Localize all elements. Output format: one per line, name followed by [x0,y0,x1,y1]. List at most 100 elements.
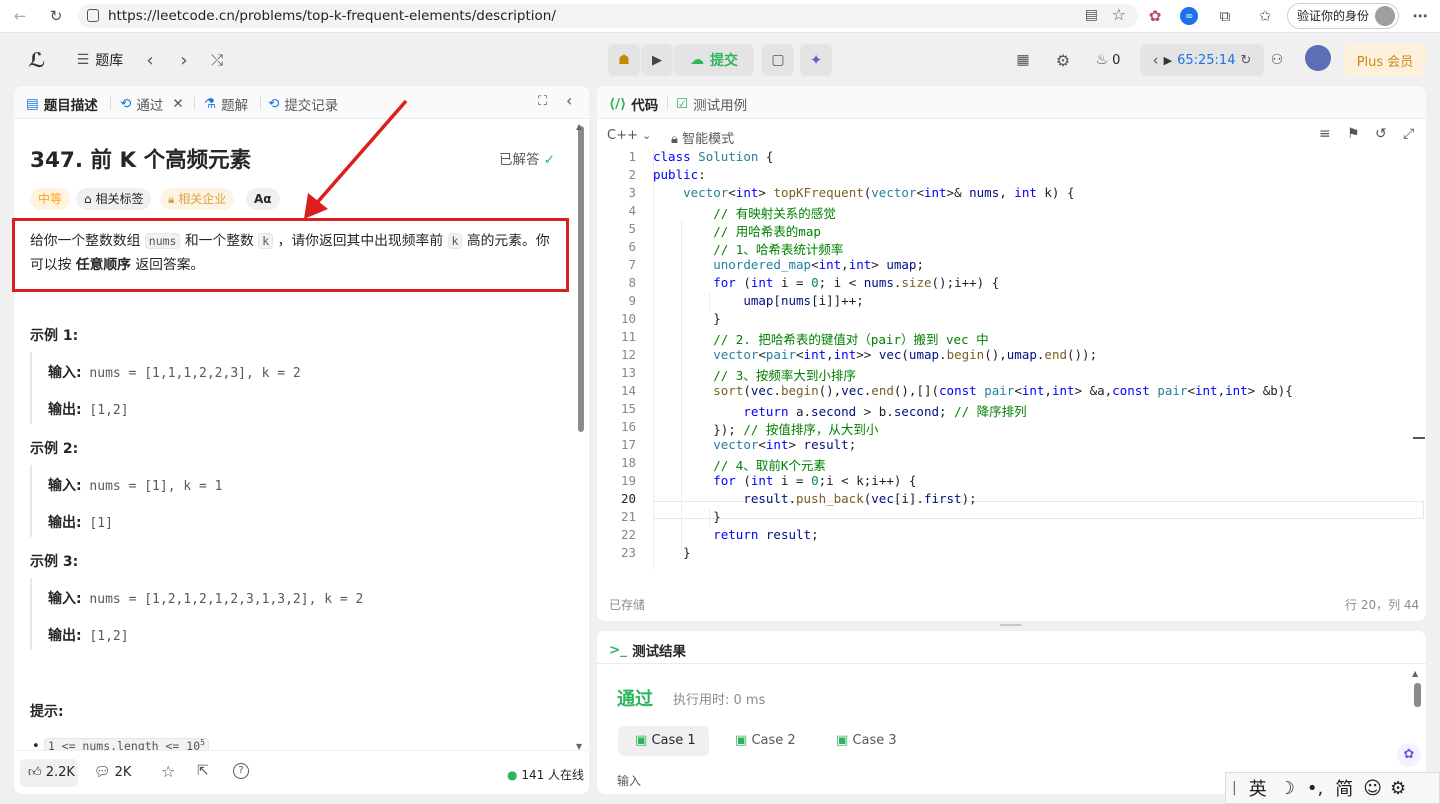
star-favorite-icon[interactable]: ☆ [161,762,175,781]
line-number: 18 [620,455,636,470]
timer-play-icon[interactable]: ▶ [1164,54,1172,67]
code-line[interactable]: unordered_map<int,int> umap; [653,257,924,272]
code-line[interactable]: // 1、哈希表统计频率 [653,239,843,258]
maximize-icon[interactable]: ⛶ [538,94,547,109]
line-number: 22 [620,527,636,542]
user-avatar[interactable] [1305,45,1331,71]
reset-code-icon[interactable]: ↺ [1375,126,1387,142]
tab-code[interactable]: ⟨/⟩ 代码 [609,94,658,114]
code-line[interactable]: umap[nums[i]]++; [653,293,863,308]
tab-accepted[interactable]: ⟲ 通过 ✕ [120,94,184,114]
prev-problem-chevron-icon[interactable]: ‹ [140,44,160,76]
editor-mode[interactable]: 🔒︎ 智能模式 [671,128,734,147]
code-line[interactable]: vector<int> topKFrequent(vector<int>& nu… [653,185,1074,200]
extensions-puzzle-icon[interactable]: ⧉ [1215,6,1235,26]
ai-assistant-icon[interactable]: ✿ [1397,743,1421,767]
related-companies-button[interactable]: 🔒︎ 相关企业 [160,188,235,210]
refresh-icon[interactable]: ↻ [46,6,66,26]
code-line[interactable]: for (int i = 0;i < k;i++) { [653,473,916,488]
plus-membership-button[interactable]: Plus 会员 [1344,44,1426,76]
difficulty-badge[interactable]: 中等 [30,188,71,210]
code-line[interactable]: } [653,311,721,326]
favorite-star-icon[interactable]: ☆ [1112,5,1126,24]
format-align-icon[interactable]: ≡ [1319,126,1331,142]
site-info-icon[interactable] [87,9,99,22]
settings-gear-icon[interactable]: ⚙ [1052,44,1074,76]
more-menu-icon[interactable]: ⋯ [1410,6,1430,26]
resize-handle[interactable] [1000,624,1022,626]
reader-mode-icon[interactable]: ▤ [1085,7,1098,23]
tab-description[interactable]: ▤ 题目描述 [26,94,98,114]
code-line[interactable]: return result; [653,527,818,542]
url-text[interactable]: https://leetcode.cn/problems/top-k-frequ… [108,8,556,24]
extension-icon[interactable]: ∞ [1180,7,1198,25]
scroll-up-arrow-icon[interactable]: ▲ [1412,669,1418,678]
ime-simplified-toggle[interactable]: 简 [1335,775,1353,801]
bookmark-icon[interactable]: ⚑ [1347,126,1360,142]
problem-list-button[interactable]: ☰ 题库 [70,44,130,76]
scrollbar-thumb[interactable] [578,126,584,432]
shuffle-icon[interactable]: ⤮ [206,44,228,76]
run-button[interactable]: ▶ [641,44,673,76]
code-line[interactable]: class Solution { [653,149,773,164]
result-scrollbar-thumb[interactable] [1414,683,1421,707]
ime-settings-gear-icon[interactable]: ⚙ [1390,778,1406,799]
timer-collapse-chevron-icon[interactable]: ‹ [1153,51,1159,69]
code-line[interactable]: // 3、按频率大到小排序 [653,365,856,384]
code-line[interactable]: // 2. 把哈希表的键值对（pair）搬到 vec 中 [653,329,988,348]
copilot-brain-icon[interactable]: ✿ [1145,6,1165,26]
ime-lang-toggle[interactable]: 英 [1249,775,1267,801]
code-line[interactable]: } [653,509,721,524]
streak-counter[interactable]: ♨ 0 [1090,44,1126,76]
code-line[interactable]: return a.second > b.second; // 降序排列 [653,401,1026,420]
comments-button[interactable]: 💬︎ 2K [94,765,131,780]
address-bar[interactable]: https://leetcode.cn/problems/top-k-frequ… [78,4,1138,28]
code-line[interactable]: // 用哈希表的map [653,221,821,240]
code-line[interactable]: // 有映射关系的感觉 [653,203,836,222]
timer-reset-icon[interactable]: ↻ [1240,53,1251,68]
ime-emoji-icon[interactable]: ☺ [1363,778,1382,799]
favorites-icon[interactable]: ✩ [1255,6,1275,26]
ime-punctuation-icon[interactable]: •, [1307,778,1323,799]
ai-sparkle-button[interactable]: ✦ [800,44,832,76]
ime-drag-handle-icon[interactable]: | [1232,780,1237,796]
tab-testcase[interactable]: ☑ 测试用例 [676,94,747,114]
language-select[interactable]: C++ ⌄ [607,128,651,143]
code-line[interactable]: for (int i = 0; i < nums.size();i++) { [653,275,999,290]
ime-moon-icon[interactable]: ☽ [1279,778,1295,799]
invite-user-icon[interactable]: ⚇ [1264,44,1290,76]
translate-button[interactable]: Aα [246,188,280,210]
case-tab-3[interactable]: ▣ Case 3 [836,726,897,756]
submit-button[interactable]: ☁ 提交 [674,44,754,76]
input-label: 输入: [48,478,82,494]
debug-button[interactable]: ☗ [608,44,640,76]
next-problem-chevron-icon[interactable]: › [174,44,194,76]
leetcode-logo[interactable]: ℒ [24,44,50,76]
tab-solutions[interactable]: ⚗ 题解 [204,94,248,114]
timer-widget[interactable]: ‹ ▶ 65:25:14 ↻ [1140,44,1264,76]
scroll-up-arrow-icon[interactable]: ▲ [576,122,582,131]
code-line[interactable]: result.push_back(vec[i].first); [653,491,976,506]
back-arrow-icon[interactable]: ← [10,6,30,26]
code-line[interactable]: public: [653,167,706,182]
close-tab-icon[interactable]: ✕ [172,96,183,112]
case-tab-1[interactable]: ▣ Case 1 [618,726,709,756]
case-tab-2[interactable]: ▣ Case 2 [735,726,796,756]
note-button[interactable]: ▢ [762,44,794,76]
related-tags-button[interactable]: ⌂ 相关标签 [76,188,152,210]
like-button[interactable]: 👍︎ 2.2K [20,759,78,787]
code-line[interactable]: }); // 按值排序，从大到小 [653,419,878,438]
tab-test-result[interactable]: >_ 测试结果 [609,640,686,660]
layout-grid-icon[interactable]: ▦ [1012,44,1034,76]
collapse-panel-chevron-icon[interactable]: ‹ [566,91,572,110]
share-icon[interactable]: ⇱ [197,763,209,779]
streak-count: 0 [1112,52,1121,68]
code-line[interactable]: vector<int> result; [653,437,856,452]
fullscreen-icon[interactable]: ⤢ [1403,126,1414,142]
profile-button[interactable]: 验证你的身份 [1287,3,1399,29]
code-line[interactable]: } [653,545,691,560]
code-line[interactable]: sort(vec.begin(),vec.end(),[](const pair… [653,383,1293,398]
code-line[interactable]: // 4、取前K个元素 [653,455,826,474]
help-question-icon[interactable]: ? [233,763,249,779]
code-line[interactable]: vector<pair<int,int>> vec(umap.begin(),u… [653,347,1097,362]
